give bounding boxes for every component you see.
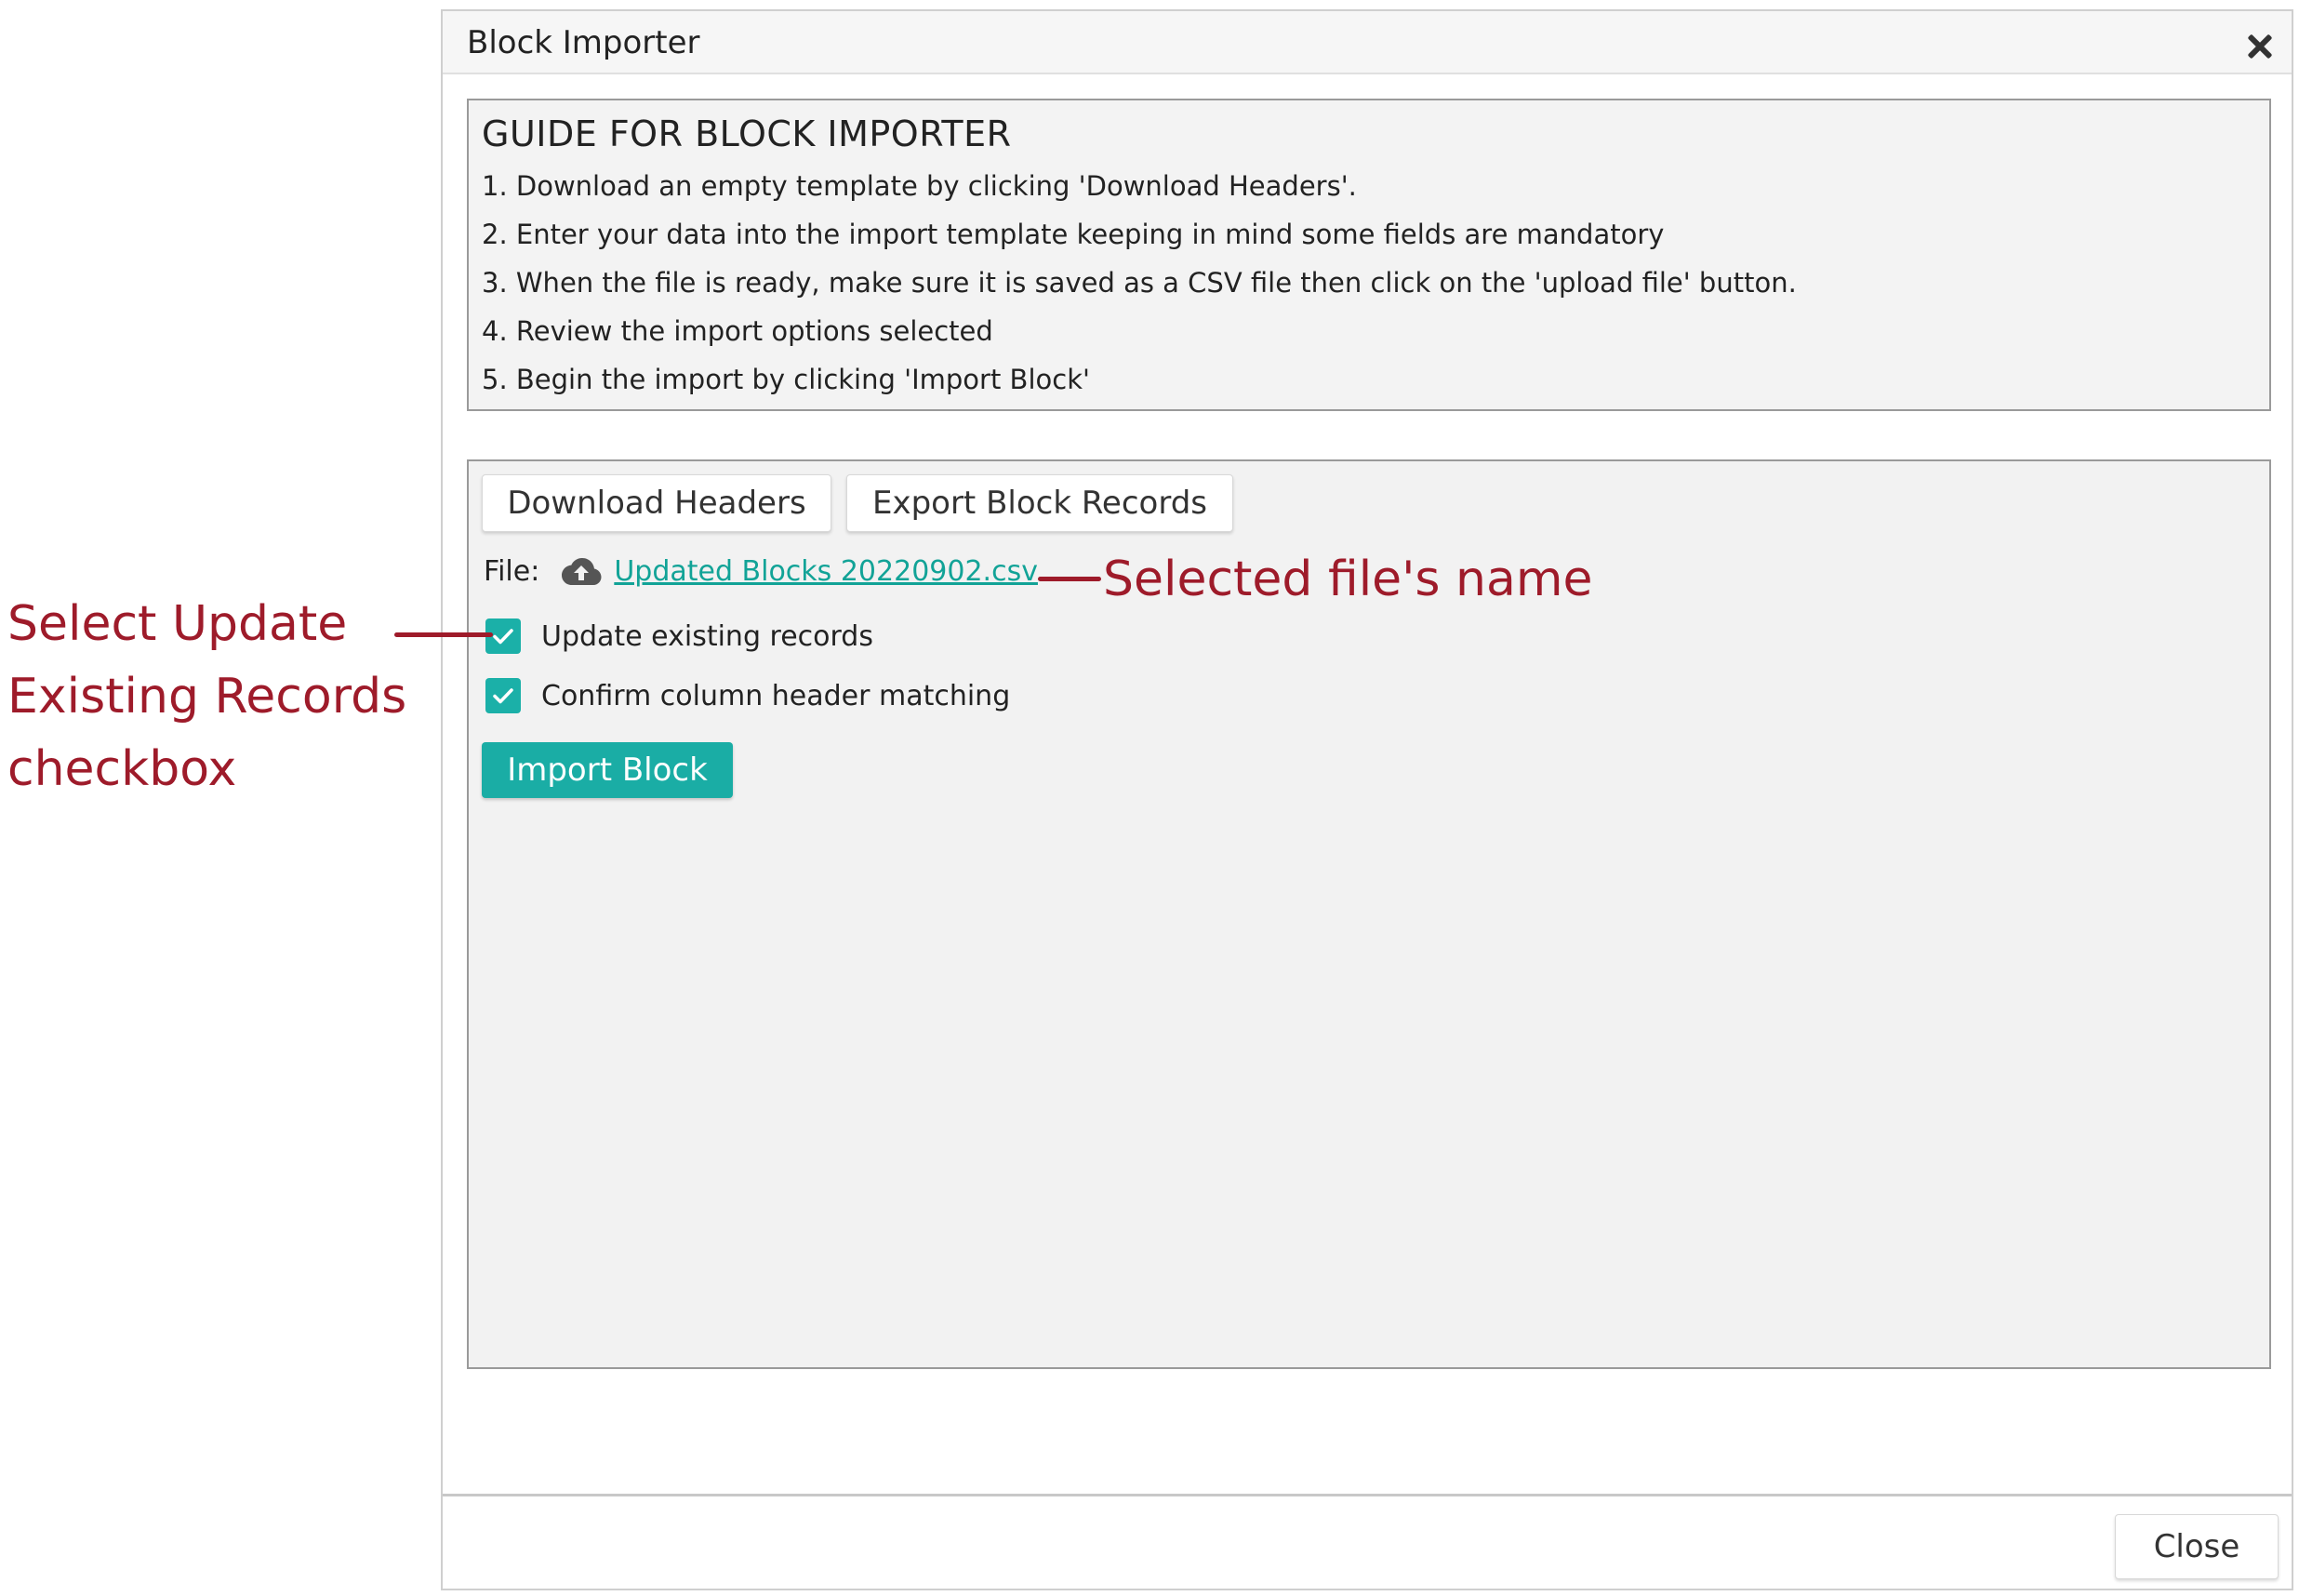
guide-step: 5. Begin the import by clicking 'Import … [482, 364, 1090, 395]
guide-title: GUIDE FOR BLOCK IMPORTER [482, 113, 1012, 154]
import-block-button[interactable]: Import Block [482, 742, 733, 798]
download-headers-button[interactable]: Download Headers [482, 474, 831, 532]
checkmark-icon [493, 688, 513, 704]
close-icon[interactable] [2243, 30, 2275, 61]
annotation-update-checkbox: Select Update Existing Records checkbox [7, 588, 454, 805]
block-importer-dialog: Block Importer GUIDE FOR BLOCK IMPORTER … [441, 9, 2293, 1590]
annotation-file-name: Selected file's name [1103, 552, 1593, 607]
close-button[interactable]: Close [2115, 1514, 2279, 1579]
guide-step: 3. When the file is ready, make sure it … [482, 267, 1797, 299]
guide-step: 4. Review the import options selected [482, 315, 993, 347]
confirm-header-label: Confirm column header matching [541, 679, 1011, 712]
cloud-upload-icon[interactable] [560, 555, 603, 587]
dialog-title: Block Importer [467, 24, 700, 61]
confirm-header-checkbox[interactable] [485, 678, 521, 713]
selected-file-link[interactable]: Updated Blocks 20220902.csv [614, 555, 1038, 588]
file-row: File: Updated Blocks 20220902.csv [484, 552, 1038, 590]
dialog-header: Block Importer [443, 11, 2292, 74]
export-block-records-button[interactable]: Export Block Records [846, 474, 1233, 532]
screenshot-stage: Block Importer GUIDE FOR BLOCK IMPORTER … [0, 0, 2299, 1596]
annotation-text: checkbox [7, 741, 237, 797]
footer-divider [443, 1494, 2292, 1496]
guide-step: 1. Download an empty template by clickin… [482, 170, 1357, 202]
annotation-pointer-line [1038, 577, 1101, 581]
annotation-pointer-line [394, 632, 493, 637]
update-existing-label: Update existing records [541, 619, 873, 653]
guide-step: 2. Enter your data into the import templ… [482, 219, 1665, 250]
checkmark-icon [493, 629, 513, 645]
annotation-text: Select Update [7, 596, 348, 652]
annotation-text: Existing Records [7, 669, 407, 725]
file-label: File: [484, 554, 540, 588]
update-existing-row: Update existing records [485, 616, 873, 657]
guide-box: GUIDE FOR BLOCK IMPORTER 1. Download an … [467, 99, 2271, 411]
confirm-header-row: Confirm column header matching [485, 675, 1010, 716]
